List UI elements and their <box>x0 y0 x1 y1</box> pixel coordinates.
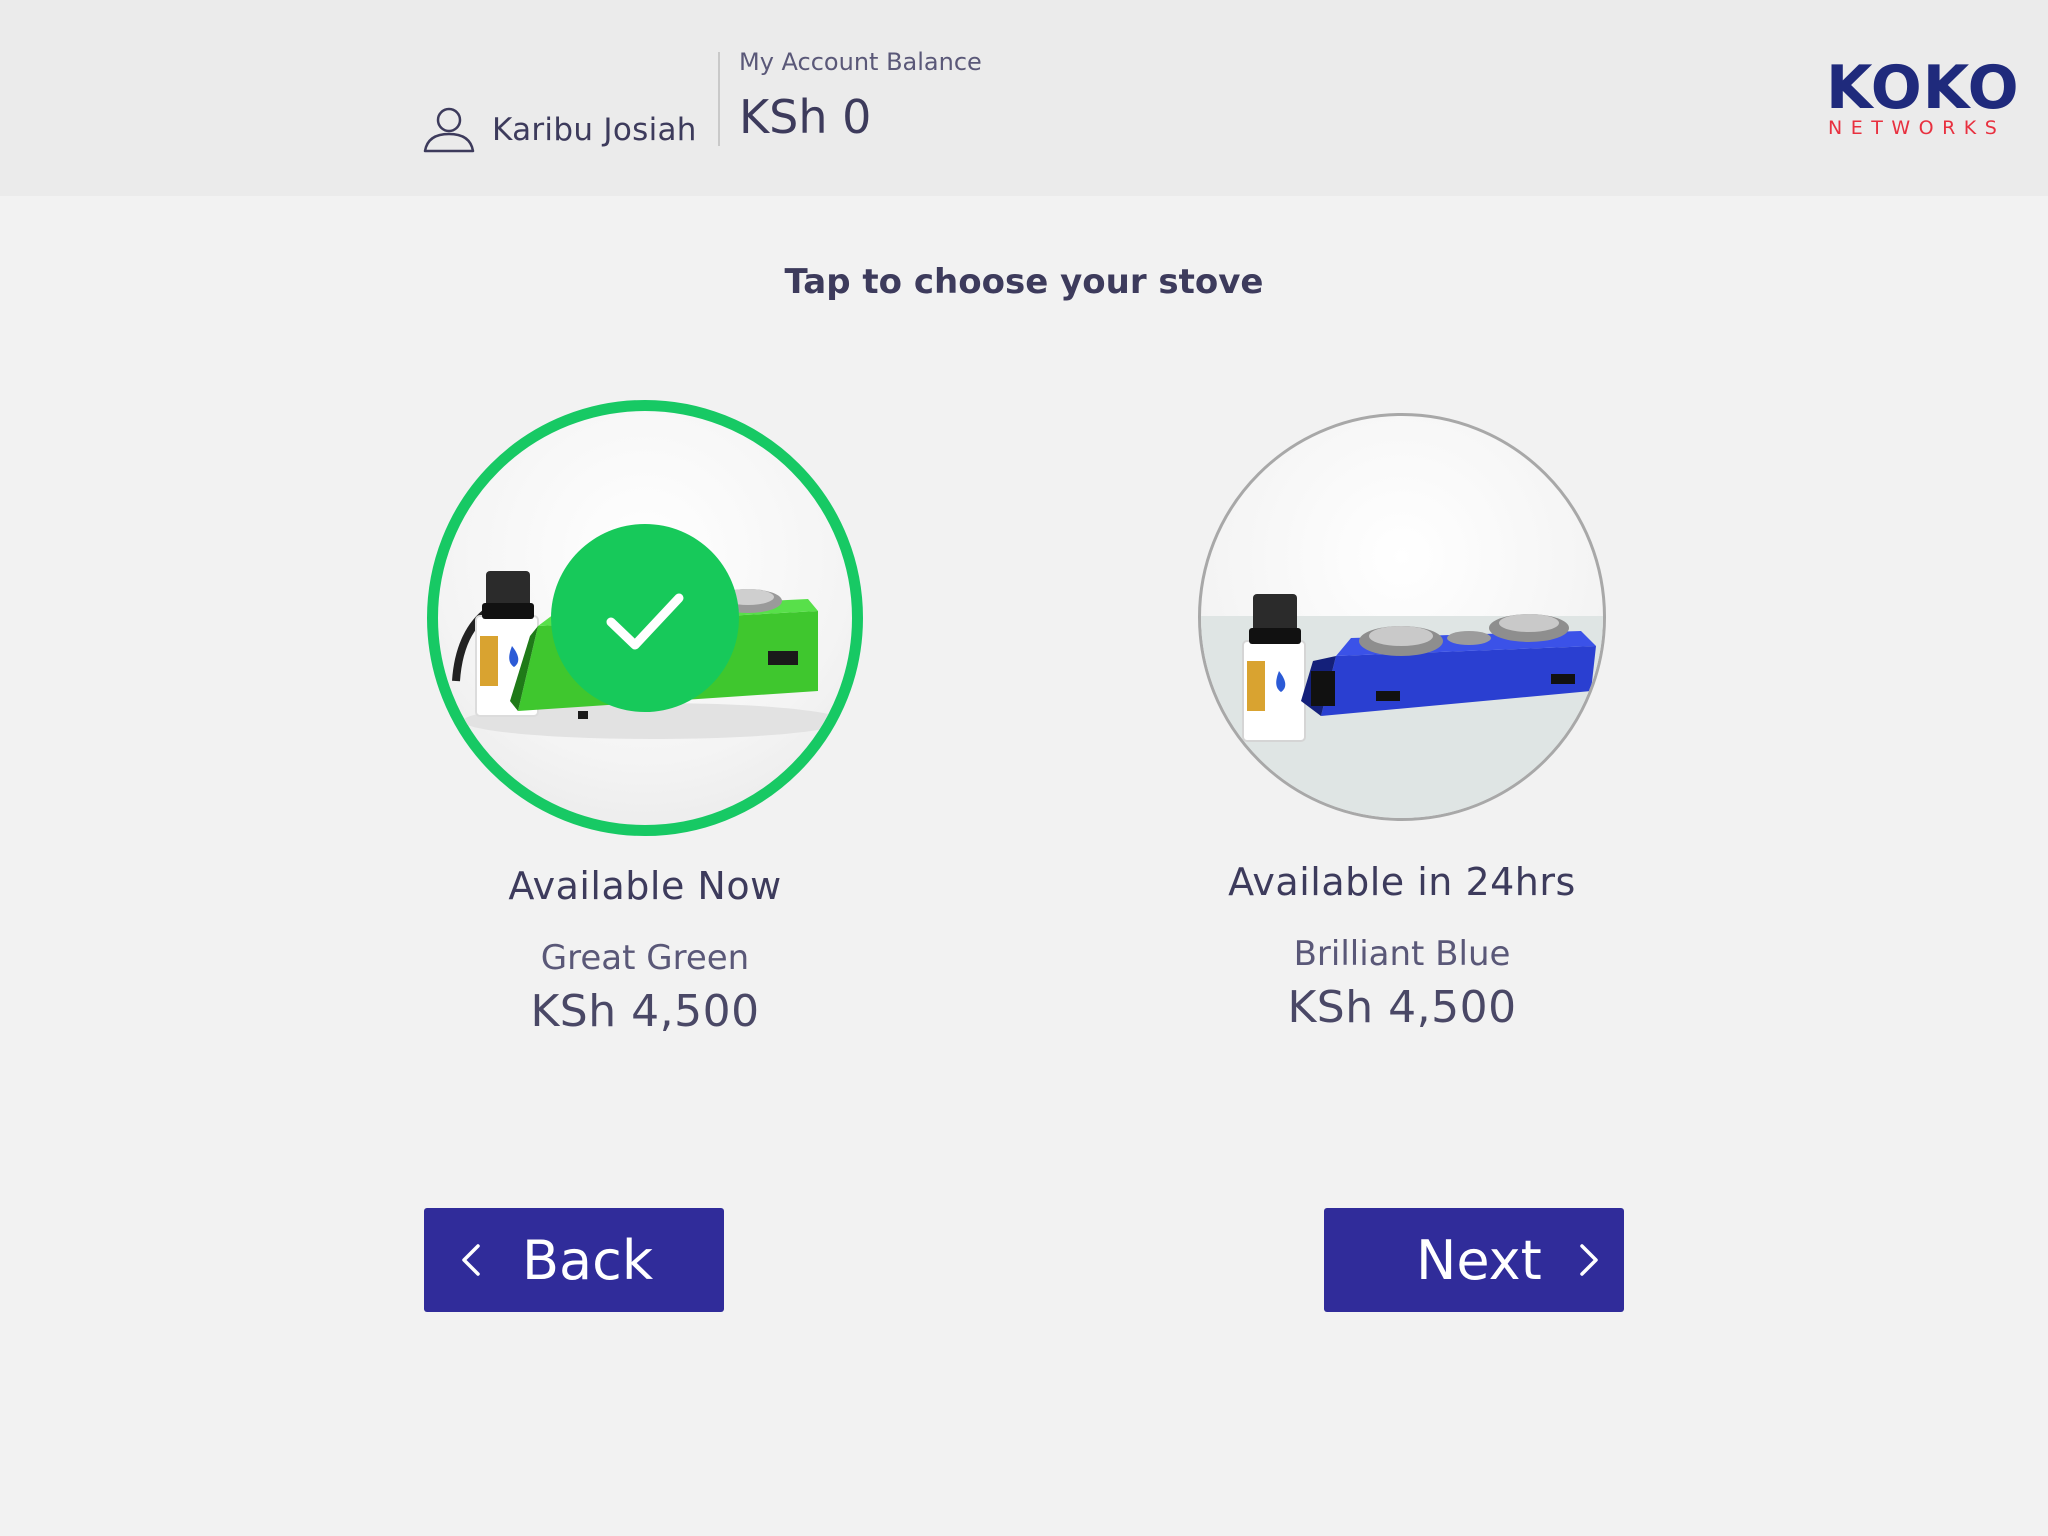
back-button[interactable]: Back <box>424 1208 724 1312</box>
page-title: Tap to choose your stove <box>784 262 1264 302</box>
next-button[interactable]: Next <box>1324 1208 1624 1312</box>
blue-stove-illustration <box>1201 594 1603 818</box>
stove-name: Brilliant Blue <box>1293 934 1511 974</box>
availability-label: Available Now <box>508 864 782 908</box>
user-name: Karibu Josiah <box>492 112 697 148</box>
logo-main-text: KOKO <box>1826 53 2020 123</box>
chevron-right-icon <box>1580 1244 1598 1276</box>
stove-option-brilliant-blue[interactable]: Available in 24hrs Brilliant Blue KSh 4,… <box>1172 400 1632 1033</box>
chevron-left-icon <box>462 1244 480 1276</box>
stove-name: Great Green <box>540 938 750 978</box>
stove-selection-screen: Karibu Josiah My Account Balance KSh 0 K… <box>0 0 2048 1536</box>
user-icon <box>423 107 475 153</box>
stove-image-blue[interactable] <box>1198 413 1606 821</box>
stove-price: KSh 4,500 <box>530 986 760 1037</box>
availability-label: Available in 24hrs <box>1228 860 1576 904</box>
next-button-label: Next <box>1416 1228 1542 1292</box>
stove-option-great-green[interactable]: Available Now Great Green KSh 4,500 <box>415 400 875 1037</box>
logo-sub-text: NETWORKS <box>1828 117 2006 139</box>
koko-logo: KOKO NETWORKS <box>1826 56 2020 140</box>
header-divider <box>718 52 720 146</box>
balance-label: My Account Balance <box>739 48 982 76</box>
selected-check-badge <box>551 524 739 712</box>
balance-value: KSh 0 <box>739 90 872 144</box>
header-bar: Karibu Josiah My Account Balance KSh 0 K… <box>0 0 2048 196</box>
stove-price: KSh 4,500 <box>1287 982 1517 1033</box>
stove-image-green[interactable] <box>427 400 863 836</box>
user-greeting: Karibu Josiah <box>422 100 697 160</box>
back-button-label: Back <box>522 1228 654 1292</box>
checkmark-icon <box>606 593 684 650</box>
